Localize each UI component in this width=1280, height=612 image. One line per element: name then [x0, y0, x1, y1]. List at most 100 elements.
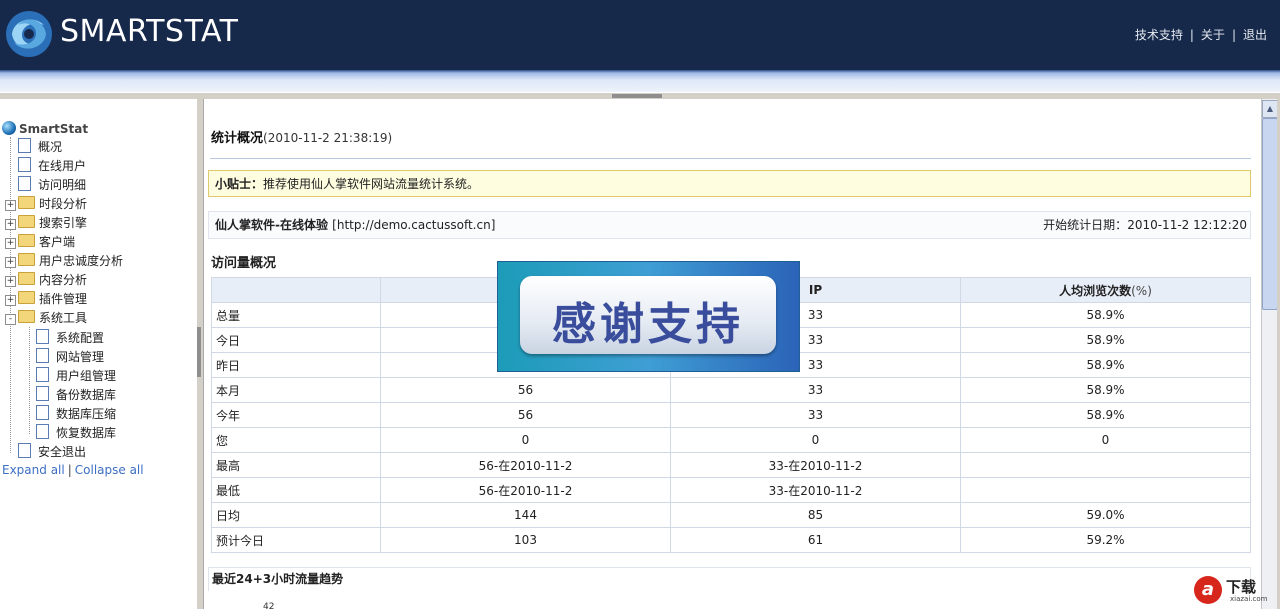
tree-item-content-analysis[interactable]: + 内容分析 [5, 271, 87, 290]
overlay-text: 感谢支持 [552, 299, 744, 350]
tree-item-safe-logout[interactable]: 安全退出 [18, 443, 86, 462]
table-cell: 33-在2010-11-2 [670, 452, 961, 478]
header-gradient-bar [0, 70, 1280, 92]
vertical-splitter-grip-handle[interactable] [197, 327, 201, 377]
tree-item-time-analysis[interactable]: + 时段分析 [5, 195, 87, 214]
tree-item-restore-database[interactable]: 恢复数据库 [36, 424, 116, 443]
tree-item-plugin-management[interactable]: + 插件管理 [5, 290, 87, 309]
start-date: 开始统计日期：2010-11-2 12:12:20 [1043, 212, 1247, 238]
site-url[interactable]: [http://demo.cactussoft.cn] [332, 218, 495, 232]
document-icon [36, 386, 49, 401]
table-cell: 85 [670, 502, 961, 528]
tree-item-label: 用户忠诚度分析 [39, 254, 124, 268]
tree-item-site-management[interactable]: 网站管理 [36, 348, 104, 367]
table-cell: 144 [380, 502, 671, 528]
expand-plus-icon[interactable]: + [5, 238, 16, 249]
table-cell: 0 [380, 427, 671, 453]
link-about[interactable]: 关于 [1201, 28, 1225, 42]
expand-plus-icon[interactable]: + [5, 257, 16, 268]
expand-plus-icon[interactable]: + [5, 219, 16, 230]
thanks-overlay-banner: 感谢支持 [497, 261, 800, 372]
page-title: 统计概况(2010-11-2 21:38:19) [211, 127, 392, 146]
row-label-cell: 本月 [211, 377, 381, 403]
globe-icon [2, 121, 16, 135]
tree-item-label: 插件管理 [39, 292, 88, 306]
table-cell: 61 [670, 527, 961, 553]
collapse-minus-icon[interactable]: - [5, 314, 16, 325]
a5-logo-icon: a [1194, 576, 1222, 604]
tree-expand-collapse-links: Expand all | Collapse all [2, 463, 144, 477]
row-label-cell: 预计今日 [211, 527, 381, 553]
trend-y-axis-label: 42 [263, 602, 275, 612]
expand-plus-icon[interactable]: + [5, 276, 16, 287]
table-cell: 0 [670, 427, 961, 453]
link-tech-support[interactable]: 技术支持 [1135, 28, 1183, 42]
folder-icon [18, 196, 35, 209]
expand-plus-icon[interactable]: + [5, 200, 16, 211]
tree-item-label: 系统工具 [39, 311, 88, 325]
tree-item-system-tools[interactable]: - 系统工具 [5, 309, 87, 328]
splitter-grip-handle[interactable] [612, 94, 662, 98]
table-cell: 58.9% [960, 402, 1251, 428]
row-label-cell: 日均 [211, 502, 381, 528]
row-label-cell: 昨日 [211, 352, 381, 378]
table-cell: 33 [670, 377, 961, 403]
table-row: 今年 56 33 58.9% [211, 402, 1251, 428]
tree-item-label: 搜索引擎 [39, 216, 88, 230]
table-cell: 58.9% [960, 302, 1251, 328]
tree-item-label: 访问明细 [38, 178, 87, 192]
tree-item-label: 概况 [38, 140, 63, 154]
tree-item-user-loyalty[interactable]: + 用户忠诚度分析 [5, 252, 123, 271]
document-icon [18, 138, 31, 153]
brand-name: SMARTSTAT [60, 14, 239, 49]
tree-root-smartstat[interactable]: SmartStat [2, 120, 88, 139]
site-info-bar: 仙人掌软件-在线体验 [http://demo.cactussoft.cn] 开… [208, 211, 1251, 239]
row-label-cell: 最高 [211, 452, 381, 478]
scroll-up-arrow-icon[interactable]: ▲ [1262, 100, 1278, 118]
table-cell: 56-在2010-11-2 [380, 452, 671, 478]
document-icon [36, 348, 49, 363]
tree-item-system-config[interactable]: 系统配置 [36, 329, 104, 348]
table-row: 本月 56 33 58.9% [211, 377, 1251, 403]
expand-all-link[interactable]: Expand all [2, 463, 65, 477]
tree-item-label: 数据库压缩 [56, 407, 117, 421]
table-cell: 58.9% [960, 352, 1251, 378]
tree-item-backup-database[interactable]: 备份数据库 [36, 386, 116, 405]
expand-plus-icon[interactable]: + [5, 295, 16, 306]
document-icon [18, 443, 31, 458]
tree-item-clients[interactable]: + 客户端 [5, 233, 75, 252]
watermark-label: 下载 [1226, 578, 1257, 596]
tree-item-search-engines[interactable]: + 搜索引擎 [5, 214, 87, 233]
tree-item-visit-details[interactable]: 访问明细 [18, 176, 86, 195]
tree-item-overview[interactable]: 概况 [18, 138, 62, 157]
folder-icon [18, 291, 35, 304]
a5-download-watermark: a 下载 xiazai.com [1192, 574, 1280, 609]
title-divider [210, 158, 1251, 159]
tree-item-label: 在线用户 [38, 159, 87, 173]
tree-root-label: SmartStat [19, 122, 89, 136]
table-row: 日均 144 85 59.0% [211, 502, 1251, 528]
document-icon [36, 424, 49, 439]
page-title-text: 统计概况 [211, 131, 264, 146]
separator: | [1189, 28, 1194, 42]
document-icon [36, 405, 49, 420]
table-row: 您000 [211, 427, 1251, 453]
row-label-cell: 您 [211, 427, 381, 453]
top-links: 技术支持 | 关于 | 退出 [1135, 26, 1267, 43]
table-cell: 33-在2010-11-2 [670, 477, 961, 503]
scrollbar-thumb[interactable] [1262, 118, 1278, 310]
tree-item-online-users[interactable]: 在线用户 [18, 157, 86, 176]
collapse-all-link[interactable]: Collapse all [75, 463, 144, 477]
table-row: 最低 56-在2010-11-2 33-在2010-11-2 [211, 477, 1251, 503]
start-date-value: 2010-11-2 12:12:20 [1127, 218, 1247, 232]
tip-box: 小贴士：推荐使用仙人掌软件网站流量统计系统。 [208, 170, 1251, 197]
tree-item-compress-database[interactable]: 数据库压缩 [36, 405, 116, 424]
link-logout[interactable]: 退出 [1243, 28, 1267, 42]
page-timestamp: (2010-11-2 21:38:19) [263, 131, 393, 145]
overlay-pill: 感谢支持 [520, 276, 776, 354]
tree-item-label: 时段分析 [39, 197, 88, 211]
tree-item-label: 备份数据库 [56, 388, 117, 402]
folder-icon [18, 215, 35, 228]
tree-item-user-group-management[interactable]: 用户组管理 [36, 367, 116, 386]
table-cell: 56 [380, 402, 671, 428]
